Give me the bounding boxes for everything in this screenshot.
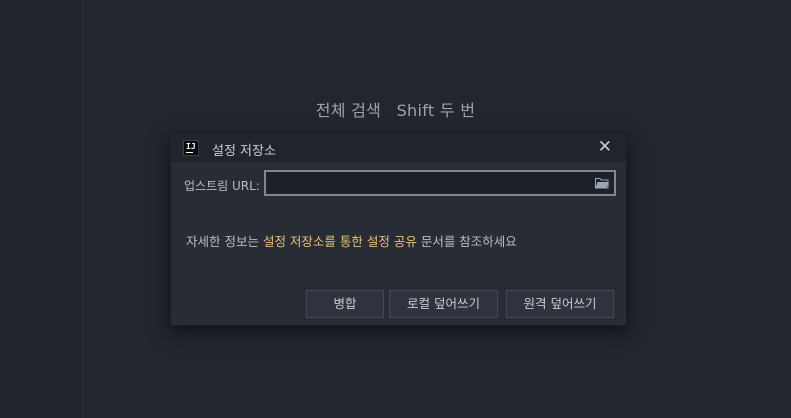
info-suffix: 문서를 참조하세요: [416, 234, 517, 249]
info-prefix: 자세한 정보는: [186, 234, 263, 249]
editor-gutter: [0, 0, 83, 418]
settings-repository-dialog: IJ 설정 저장소 ✕ 업스트림 URL: 자세한 정보는 설정 저장소를 통한…: [170, 133, 627, 326]
hint-label: 전체 검색: [315, 101, 382, 120]
close-icon[interactable]: ✕: [598, 137, 612, 157]
merge-button[interactable]: 병합: [306, 290, 384, 318]
search-everywhere-hint: 전체 검색 Shift 두 번: [0, 97, 791, 121]
hint-shortcut: Shift 두 번: [396, 101, 476, 120]
folder-icon[interactable]: [595, 177, 609, 189]
app-icon-text: IJ: [186, 142, 196, 151]
dialog-title: 설정 저장소: [212, 144, 276, 159]
settings-sharing-doc-link[interactable]: 설정 저장소를 통한 설정 공유: [263, 234, 417, 249]
upstream-url-label: 업스트림 URL:: [184, 179, 260, 193]
app-icon-bar: [186, 152, 193, 153]
dialog-titlebar[interactable]: IJ 설정 저장소 ✕: [171, 134, 626, 162]
overwrite-remote-button[interactable]: 원격 덮어쓰기: [506, 290, 614, 318]
info-text: 자세한 정보는 설정 저장소를 통한 설정 공유 문서를 참조하세요: [186, 231, 517, 250]
overwrite-local-button[interactable]: 로컬 덮어쓰기: [389, 290, 498, 318]
intellij-app-icon: IJ: [183, 140, 199, 156]
upstream-url-input[interactable]: [264, 170, 616, 196]
